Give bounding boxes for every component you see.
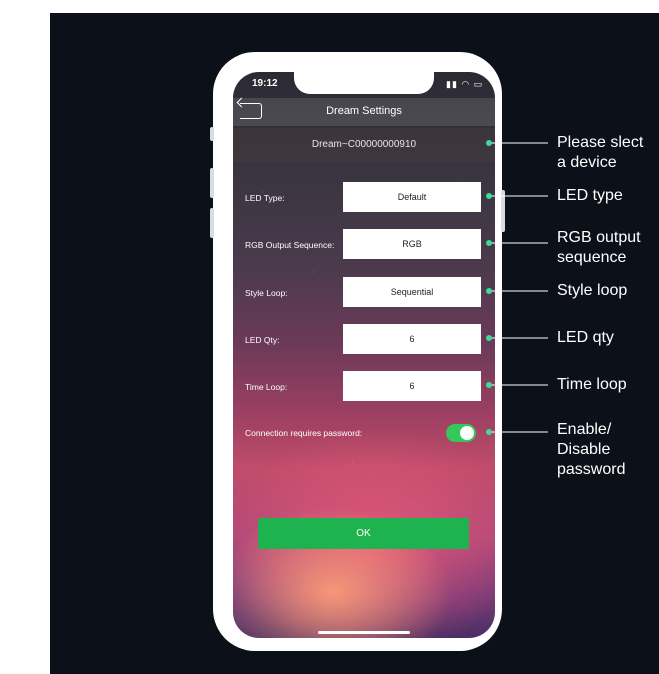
annotation-text: RGB output	[557, 229, 641, 246]
annotation-text: sequence	[557, 249, 627, 266]
annotation-text: Style loop	[557, 282, 628, 299]
annotation-password: Enable/ Disable password	[557, 420, 625, 480]
annotation-led-type: LED type	[557, 186, 623, 206]
annotation-time-loop: Time loop	[557, 375, 627, 395]
annotation-dot	[486, 193, 492, 199]
annotation-text: LED qty	[557, 329, 614, 346]
annotation-select-device: Please slect a device	[557, 133, 643, 173]
annotation-text: Disable	[557, 441, 611, 458]
annotation-led-qty: LED qty	[557, 328, 614, 348]
annotation-dot	[486, 335, 492, 341]
annotation-text: Time loop	[557, 376, 627, 393]
annotation-text: LED type	[557, 187, 623, 204]
annotation-text: password	[557, 461, 626, 478]
annotation-dot	[486, 429, 492, 435]
annotation-text: Enable/	[557, 421, 612, 438]
annotation-dot	[486, 288, 492, 294]
annotation-dot	[486, 382, 492, 388]
annotation-style-loop: Style loop	[557, 281, 627, 301]
annotation-dot	[486, 140, 492, 146]
annotation-dot	[486, 240, 492, 246]
annotation-rgb-output: RGB output sequence	[557, 228, 641, 268]
annotation-text: Please slect	[557, 134, 644, 151]
annotation-text: a device	[557, 154, 617, 171]
